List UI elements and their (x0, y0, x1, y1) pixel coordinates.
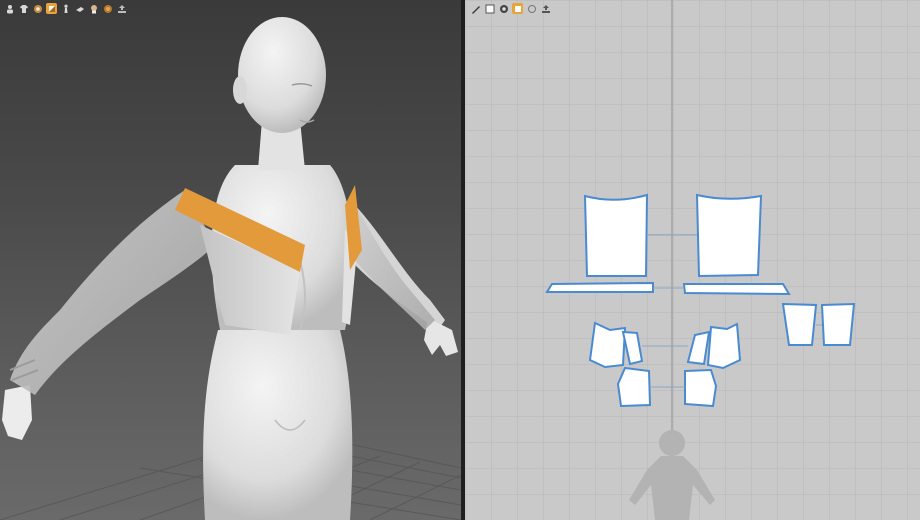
skin-icon[interactable] (88, 3, 99, 14)
pattern-piece-front-left[interactable] (583, 193, 649, 277)
pattern-piece-front-right[interactable] (695, 193, 763, 278)
avatar-display-icon[interactable] (4, 3, 15, 14)
render-icon[interactable] (102, 3, 113, 14)
shading-icon[interactable] (46, 3, 57, 14)
pattern-grid (465, 0, 920, 520)
pattern-piece-lower-right[interactable] (684, 368, 718, 408)
edit-pattern-icon[interactable] (484, 3, 495, 14)
pattern-view-icon[interactable] (526, 3, 537, 14)
3d-scene (0, 17, 461, 520)
garment-display-icon[interactable] (18, 3, 29, 14)
pattern-piece-cuff-left[interactable] (781, 302, 818, 346)
pattern-canvas (465, 0, 920, 520)
app-window (0, 0, 920, 520)
transform-pattern-icon[interactable] (470, 3, 481, 14)
pattern-piece-band-left[interactable] (545, 281, 654, 293)
export-icon-2d[interactable] (540, 3, 551, 14)
texture-display-icon[interactable] (32, 3, 43, 14)
3d-toolbar (4, 3, 127, 14)
pattern-piece-band-right[interactable] (682, 283, 791, 296)
avatar-pose-icon[interactable] (60, 3, 71, 14)
pattern-piece-sleeve-upper-right[interactable] (706, 322, 742, 370)
pattern-piece-cuff-right[interactable] (820, 302, 856, 346)
2d-pattern-viewport[interactable] (465, 0, 920, 520)
pattern-piece-sleeve-upper-left[interactable] (588, 321, 627, 369)
pattern-piece-lower-left[interactable] (616, 366, 652, 408)
3d-viewport[interactable] (0, 0, 461, 520)
camera-icon[interactable] (74, 3, 85, 14)
texture-icon[interactable] (498, 3, 509, 14)
shading-icon-2d[interactable] (512, 3, 523, 14)
export-icon[interactable] (116, 3, 127, 14)
2d-toolbar (470, 3, 551, 14)
